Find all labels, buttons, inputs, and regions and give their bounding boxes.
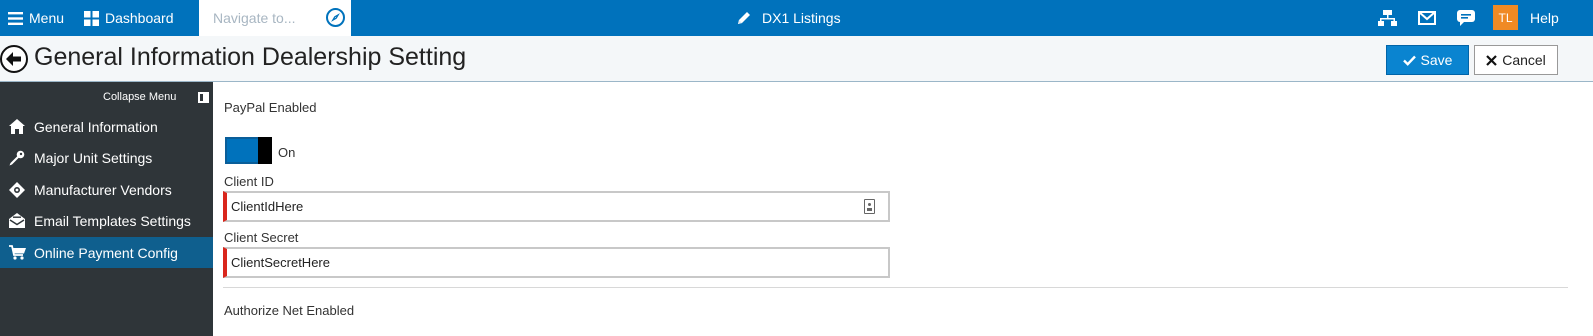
navigate-input[interactable]: [213, 3, 331, 33]
top-navigation-bar: Menu Dashboard DX1 Listings TL Help: [0, 0, 1593, 36]
sidebar: Collapse Menu General Information Major …: [0, 82, 213, 336]
collapse-menu-button[interactable]: Collapse Menu: [103, 91, 210, 103]
client-id-field: [223, 191, 890, 222]
chat-icon[interactable]: [1457, 0, 1475, 36]
home-icon: [0, 119, 34, 134]
org-chart-icon[interactable]: [1378, 0, 1397, 36]
sidebar-item-label: Manufacturer Vendors: [34, 181, 172, 198]
save-button[interactable]: Save: [1386, 45, 1469, 75]
client-secret-input[interactable]: [227, 249, 827, 276]
section-divider: [223, 287, 1568, 288]
client-id-input[interactable]: [227, 193, 827, 220]
cancel-label: Cancel: [1502, 52, 1546, 68]
cart-icon: [0, 245, 34, 260]
menu-label: Menu: [29, 10, 65, 26]
crosshair-icon: [0, 181, 34, 198]
toggle-state-label: On: [278, 145, 296, 160]
paypal-enabled-label: PayPal Enabled: [224, 100, 317, 115]
checkmark-icon: [1402, 55, 1416, 66]
dashboard-label: Dashboard: [105, 10, 174, 26]
help-link[interactable]: Help: [1530, 0, 1559, 36]
contact-card-icon[interactable]: [864, 199, 875, 214]
sidebar-item-label: General Information: [34, 118, 158, 135]
save-label: Save: [1420, 52, 1453, 68]
close-icon: [1486, 54, 1497, 66]
authorize-net-enabled-label: Authorize Net Enabled: [224, 303, 355, 318]
navigate-search-box: [199, 0, 351, 36]
sidebar-item-online-payment-config[interactable]: Online Payment Config: [0, 237, 213, 268]
sidebar-item-general-information[interactable]: General Information: [0, 111, 213, 142]
collapse-menu-label: Collapse Menu: [103, 91, 177, 103]
sidebar-item-email-templates-settings[interactable]: Email Templates Settings: [0, 205, 213, 236]
paypal-enabled-toggle[interactable]: [225, 137, 272, 164]
user-avatar[interactable]: TL: [1493, 5, 1518, 30]
client-secret-label: Client Secret: [224, 230, 299, 245]
page-title: General Information Dealership Setting: [34, 43, 467, 71]
envelope-open-icon: [0, 213, 34, 228]
back-button[interactable]: [0, 45, 28, 73]
compass-icon[interactable]: [326, 8, 345, 27]
pencil-icon: [736, 10, 752, 26]
page-header: General Information Dealership Setting S…: [0, 36, 1593, 82]
sidebar-item-manufacturer-vendors[interactable]: Manufacturer Vendors: [0, 174, 213, 205]
collapse-panel-icon: [198, 91, 210, 103]
sidebar-item-label: Online Payment Config: [34, 244, 178, 261]
hamburger-icon: [8, 11, 23, 25]
main-content: PayPal Enabled On Client ID Client Secre…: [213, 82, 1593, 336]
sidebar-item-label: Major Unit Settings: [34, 149, 153, 166]
mail-icon[interactable]: [1418, 0, 1436, 36]
cancel-button[interactable]: Cancel: [1474, 45, 1558, 75]
toggle-knob: [258, 137, 272, 164]
key-icon: [0, 150, 34, 166]
dashboard-grid-icon: [84, 10, 99, 26]
app-title: DX1 Listings: [762, 10, 841, 26]
sidebar-item-major-unit-settings[interactable]: Major Unit Settings: [0, 142, 213, 173]
dashboard-button[interactable]: Dashboard: [84, 0, 174, 36]
menu-button[interactable]: Menu: [8, 0, 64, 36]
app-title-area: DX1 Listings: [736, 0, 841, 36]
client-secret-field: [223, 247, 890, 278]
client-id-label: Client ID: [224, 174, 274, 189]
sidebar-item-label: Email Templates Settings: [34, 212, 191, 229]
arrow-left-icon: [6, 52, 22, 66]
